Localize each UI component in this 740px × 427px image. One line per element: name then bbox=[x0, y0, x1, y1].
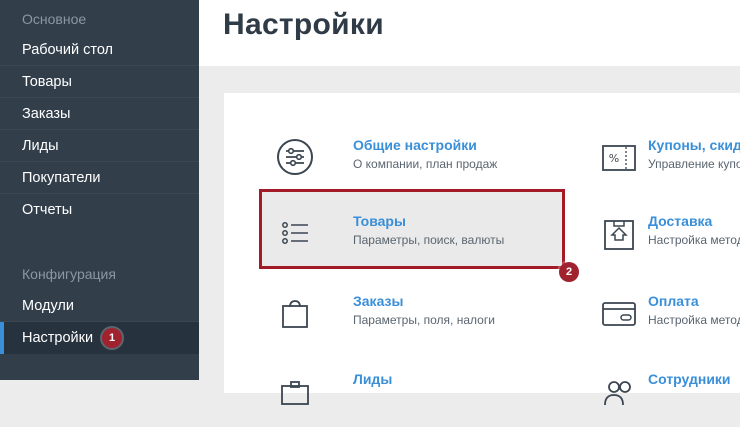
sidebar-section-config: Конфигурация bbox=[22, 266, 116, 282]
card-title[interactable]: Лиды bbox=[353, 371, 392, 387]
sidebar-item-label: Отчеты bbox=[22, 202, 73, 218]
settings-panel: Общие настройки О компании, план продаж … bbox=[224, 93, 740, 406]
sidebar-item-dashboard[interactable]: Рабочий стол bbox=[0, 34, 199, 66]
settings-card-leads[interactable]: Лиды bbox=[253, 357, 573, 427]
card-subtitle: О компании, план продаж bbox=[353, 157, 498, 171]
page-title: Настройки bbox=[223, 8, 384, 41]
sidebar-item-customers[interactable]: Покупатели bbox=[0, 162, 199, 194]
page-header: Настройки bbox=[199, 0, 740, 66]
card-title[interactable]: Купоны, скид bbox=[648, 137, 740, 153]
sidebar-section-main: Основное bbox=[22, 11, 87, 27]
credit-card-icon bbox=[602, 302, 636, 326]
sidebar-item-orders[interactable]: Заказы bbox=[0, 98, 199, 130]
sidebar-item-label: Модули bbox=[22, 298, 74, 314]
sliders-icon bbox=[277, 139, 313, 175]
sidebar-item-label: Лиды bbox=[22, 138, 59, 154]
sidebar: Основное Рабочий стол Товары Заказы Лиды… bbox=[0, 0, 199, 380]
coupon-icon: % bbox=[602, 145, 636, 171]
sidebar-item-modules[interactable]: Модули bbox=[0, 290, 199, 322]
main-content: Настройки Общие настройки О компании, пл… bbox=[199, 0, 740, 406]
sidebar-item-leads[interactable]: Лиды bbox=[0, 130, 199, 162]
card-subtitle: Параметры, поиск, валюты bbox=[353, 233, 505, 247]
sidebar-item-products[interactable]: Товары bbox=[0, 66, 199, 98]
card-subtitle: Настройка метод bbox=[648, 233, 740, 247]
card-title[interactable]: Сотрудники bbox=[648, 371, 731, 387]
card-subtitle: Настройка метод bbox=[648, 313, 740, 327]
shopping-bag-icon bbox=[282, 300, 308, 328]
sidebar-item-label: Заказы bbox=[22, 106, 71, 122]
step-badge-2: 2 bbox=[559, 262, 579, 282]
sidebar-item-label: Покупатели bbox=[22, 170, 101, 186]
sidebar-item-settings[interactable]: Настройки 1 bbox=[0, 322, 199, 354]
settings-card-payment[interactable]: Оплата Настройка метод bbox=[599, 279, 740, 349]
step-badge-1: 1 bbox=[102, 328, 122, 348]
card-title[interactable]: Оплата bbox=[648, 293, 699, 309]
card-title[interactable]: Доставка bbox=[648, 213, 712, 229]
sidebar-item-label: Рабочий стол bbox=[22, 42, 114, 58]
settings-card-coupons[interactable]: % Купоны, скид Управление купо bbox=[599, 123, 740, 193]
card-subtitle: Параметры, поля, налоги bbox=[353, 313, 495, 327]
sidebar-item-label: Товары bbox=[22, 74, 72, 90]
settings-card-products[interactable]: Товары Параметры, поиск, валюты bbox=[253, 199, 573, 269]
sidebar-item-reports[interactable]: Отчеты bbox=[0, 194, 199, 226]
settings-card-orders[interactable]: Заказы Параметры, поля, налоги bbox=[253, 279, 573, 349]
briefcase-icon bbox=[281, 381, 309, 405]
users-icon bbox=[604, 381, 631, 406]
list-icon bbox=[282, 222, 308, 244]
card-subtitle: Управление купо bbox=[648, 157, 740, 171]
card-title[interactable]: Заказы bbox=[353, 293, 403, 309]
svg-text:%: % bbox=[609, 152, 619, 165]
settings-card-employees[interactable]: Сотрудники bbox=[599, 357, 740, 427]
box-icon bbox=[604, 220, 634, 250]
settings-card-delivery[interactable]: Доставка Настройка метод bbox=[599, 199, 740, 269]
settings-card-general[interactable]: Общие настройки О компании, план продаж bbox=[253, 123, 573, 193]
sidebar-item-label: Настройки bbox=[22, 330, 94, 346]
card-title[interactable]: Товары bbox=[353, 213, 406, 229]
card-title[interactable]: Общие настройки bbox=[353, 137, 477, 153]
